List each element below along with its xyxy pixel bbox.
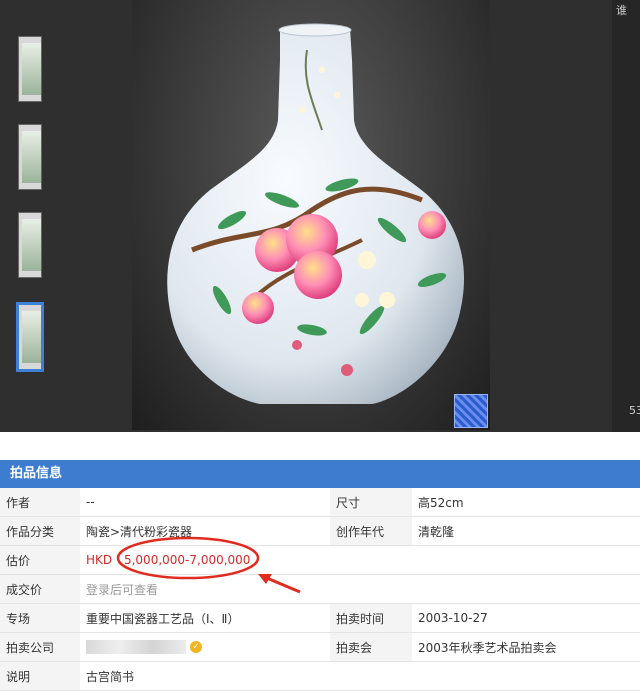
porcelain-vase-illustration xyxy=(167,23,465,404)
author-label: 作者 xyxy=(0,488,80,517)
auction-event-label: 拍卖会 xyxy=(330,632,412,662)
table-row: 作品分类 陶瓷>清代粉彩瓷器 创作年代 清乾隆 xyxy=(0,516,640,546)
seal-stamp-icon xyxy=(454,394,488,428)
table-row: 作者 -- 尺寸 高52cm xyxy=(0,488,640,517)
lot-info-header: 拍品信息 xyxy=(0,460,640,488)
auction-house-label: 拍卖公司 xyxy=(0,632,80,662)
blurred-company-name xyxy=(86,640,186,655)
thumbnail-4-active[interactable] xyxy=(16,302,44,372)
auction-house-value[interactable]: ✓ xyxy=(80,632,330,662)
category-label: 作品分类 xyxy=(0,516,80,546)
auction-time-value: 2003-10-27 xyxy=(412,603,640,633)
lot-info-panel: 拍品信息 作者 -- 尺寸 高52cm 作品分类 陶瓷>清代粉彩瓷器 创作年代 … xyxy=(0,460,640,691)
period-label: 创作年代 xyxy=(330,516,412,546)
thumbnail-strip: 谁 xyxy=(612,0,640,432)
main-photo[interactable] xyxy=(132,0,490,430)
thumbnail-1[interactable] xyxy=(18,36,42,102)
notes-label: 说明 xyxy=(0,661,80,691)
estimate-currency: HKD xyxy=(86,553,113,567)
auction-event-value[interactable]: 2003年秋季艺术品拍卖会 xyxy=(412,632,640,662)
category-value: 陶瓷>清代粉彩瓷器 xyxy=(80,516,330,546)
estimate-label: 估价 xyxy=(0,545,80,575)
verified-badge-icon: ✓ xyxy=(190,641,202,654)
period-value: 清乾隆 xyxy=(412,516,640,546)
size-label: 尺寸 xyxy=(330,488,412,517)
hammer-price-label: 成交价 xyxy=(0,574,80,604)
size-value: 高52cm xyxy=(412,488,640,517)
auction-time-label: 拍卖时间 xyxy=(330,603,412,633)
thumb-strip-label: 谁 xyxy=(616,4,627,17)
table-row: 专场 重要中国瓷器工艺品（Ⅰ、Ⅱ） 拍卖时间 2003-10-27 xyxy=(0,603,640,633)
session-value[interactable]: 重要中国瓷器工艺品（Ⅰ、Ⅱ） xyxy=(80,603,330,633)
thumbnail-3[interactable] xyxy=(18,212,42,278)
session-label: 专场 xyxy=(0,603,80,633)
login-to-view-link[interactable]: 登录后可查看 xyxy=(80,574,640,604)
table-row: 说明 古宫简书 xyxy=(0,661,640,691)
table-row: 估价 HKD 5,000,000-7,000,000 xyxy=(0,545,640,575)
author-value: -- xyxy=(80,488,330,517)
notes-value: 古宫简书 xyxy=(80,661,640,691)
image-viewer: 谁 53 xyxy=(0,0,640,432)
lot-info-table: 作者 -- 尺寸 高52cm 作品分类 陶瓷>清代粉彩瓷器 创作年代 清乾隆 估… xyxy=(0,488,640,691)
table-row: 成交价 登录后可查看 xyxy=(0,574,640,604)
table-row: 拍卖公司 ✓ 拍卖会 2003年秋季艺术品拍卖会 xyxy=(0,632,640,662)
estimate-value-cell: HKD 5,000,000-7,000,000 xyxy=(80,545,640,575)
estimate-value: 5,000,000-7,000,000 xyxy=(123,553,251,567)
thumb-caption: 53 xyxy=(629,404,640,417)
thumbnail-2[interactable] xyxy=(18,124,42,190)
